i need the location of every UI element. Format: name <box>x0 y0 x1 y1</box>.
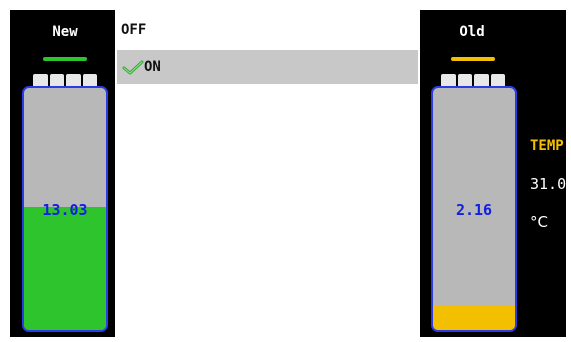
battery-old-gauge: 2.16 <box>431 86 517 332</box>
battery-old-title: Old <box>459 24 485 40</box>
battery-new-title: New <box>52 24 78 40</box>
battery-new-gauge: 13.03 <box>22 86 108 332</box>
mode-menu: OFF ON <box>115 10 420 337</box>
battery-new-indicator <box>43 57 87 61</box>
temperature-value: 31.0 <box>530 175 566 193</box>
battery-old-indicator <box>451 57 495 61</box>
checkmark-icon <box>122 60 144 75</box>
battery-old-cap <box>441 74 505 86</box>
device-screen: New 13.03 OFF ON Old 2.16 TEMP 31.0 °C <box>10 10 566 337</box>
menu-item-off[interactable]: OFF <box>117 13 418 47</box>
battery-old-value: 2.16 <box>455 201 493 219</box>
temperature-unit: °C <box>530 213 548 231</box>
menu-item-on-label: ON <box>144 59 161 75</box>
menu-item-off-label: OFF <box>121 22 147 38</box>
battery-new-fill <box>24 206 106 330</box>
battery-new-value: 13.03 <box>42 201 88 219</box>
battery-old-fill <box>433 305 515 330</box>
battery-new-cap <box>33 74 97 86</box>
temperature-label: TEMP <box>530 138 564 154</box>
menu-item-on[interactable]: ON <box>117 50 418 84</box>
